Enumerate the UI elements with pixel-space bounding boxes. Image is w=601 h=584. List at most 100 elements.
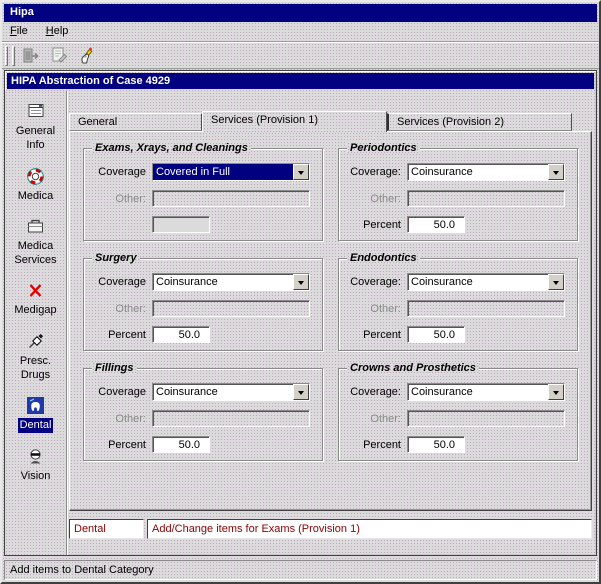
other-input: [152, 410, 310, 427]
tab-services-provision-2[interactable]: Services (Provision 2): [387, 113, 572, 131]
sidebar-item-label: Medica: [18, 189, 53, 203]
menu-help[interactable]: Help: [46, 25, 69, 38]
tab-services-provision-1[interactable]: Services (Provision 1): [202, 111, 387, 132]
app-statusbar: Add items to Dental Category: [4, 560, 597, 580]
group-crowns-prosthetics: Crowns and Prosthetics Coverage: Coinsur…: [338, 368, 578, 461]
percent-label: Percent: [347, 219, 401, 231]
coverage-value: Coinsurance: [153, 274, 293, 290]
tab-panel: Exams, Xrays, and Cleanings Coverage Cov…: [69, 131, 592, 511]
percent-input: [152, 216, 210, 233]
other-label: Other:: [347, 303, 401, 315]
sidebar-item-vision[interactable]: Vision: [7, 448, 65, 483]
coverage-label: Coverage: [92, 276, 146, 288]
sidebar-item-label: Vision: [21, 469, 51, 483]
combobox-dropdown-button[interactable]: [548, 274, 564, 290]
group-title: Fillings: [92, 362, 137, 374]
abstract-button[interactable]: [75, 45, 99, 67]
percent-input[interactable]: [407, 216, 465, 233]
coverage-groups: Exams, Xrays, and Cleanings Coverage Cov…: [83, 148, 578, 461]
group-exams-xrays-cleanings: Exams, Xrays, and Cleanings Coverage Cov…: [83, 148, 323, 241]
percent-label: Percent: [92, 439, 146, 451]
other-input: [407, 300, 565, 317]
case-titlebar[interactable]: HIPA Abstraction of Case 4929: [7, 73, 594, 89]
sidebar-item-label: Medica Services: [7, 239, 65, 268]
other-label: Other:: [92, 303, 146, 315]
life-preserver-icon: [27, 168, 44, 185]
combobox-dropdown-button[interactable]: [293, 164, 309, 180]
combobox-dropdown-button[interactable]: [548, 384, 564, 400]
other-label: Other:: [92, 413, 146, 425]
app-title: Hipa: [10, 6, 34, 18]
coverage-label: Coverage:: [347, 276, 401, 288]
main-area: General Services (Provision 1) Services …: [67, 91, 596, 555]
group-title: Crowns and Prosthetics: [347, 362, 479, 374]
menu-file[interactable]: File: [10, 25, 28, 38]
form-icon: [28, 103, 44, 120]
combobox-dropdown-button[interactable]: [548, 164, 564, 180]
sidebar-item-label: Dental: [18, 418, 54, 432]
combobox-dropdown-button[interactable]: [293, 274, 309, 290]
group-title: Surgery: [92, 252, 140, 264]
percent-input[interactable]: [152, 436, 210, 453]
coverage-value: Coinsurance: [408, 384, 548, 400]
percent-input[interactable]: [407, 326, 465, 343]
sidebar-item-medigap[interactable]: Medigap: [7, 282, 65, 317]
coverage-combobox[interactable]: Coinsurance: [407, 163, 565, 181]
coverage-label: Coverage:: [347, 386, 401, 398]
coverage-combobox[interactable]: Coinsurance: [407, 383, 565, 401]
group-periodontics: Periodontics Coverage: Coinsurance Other…: [338, 148, 578, 241]
other-label: Other:: [92, 193, 146, 205]
sidebar-item-general-info[interactable]: General Info: [7, 103, 65, 153]
chevron-down-icon: [553, 281, 559, 288]
other-input: [407, 190, 565, 207]
app-titlebar[interactable]: Hipa: [4, 4, 597, 22]
coverage-label: Coverage: [92, 166, 146, 178]
exit-icon: [22, 47, 40, 64]
sidebar-item-medica[interactable]: Medica: [7, 168, 65, 203]
status-text: Add items to Dental Category: [10, 564, 154, 576]
chevron-down-icon: [298, 391, 304, 398]
group-title: Periodontics: [347, 142, 420, 154]
percent-input[interactable]: [152, 326, 210, 343]
group-title: Exams, Xrays, and Cleanings: [92, 142, 251, 154]
tab-general[interactable]: General: [69, 113, 202, 131]
other-input: [152, 190, 310, 207]
category-cell: Dental: [69, 519, 144, 539]
sidebar-item-label: General Info: [7, 124, 65, 153]
coverage-value: Coinsurance: [153, 384, 293, 400]
exit-button[interactable]: [19, 45, 43, 67]
coverage-combobox[interactable]: Coinsurance: [152, 383, 310, 401]
percent-input[interactable]: [407, 436, 465, 453]
coverage-combobox[interactable]: Covered in Full: [152, 163, 310, 181]
percent-label: Percent: [92, 329, 146, 341]
case-title: HIPA Abstraction of Case 4929: [11, 75, 170, 87]
chevron-down-icon: [298, 171, 304, 178]
menubar: File Help: [2, 22, 599, 42]
red-x-icon: [27, 282, 44, 299]
toolbar-gripper[interactable]: [5, 46, 8, 66]
coverage-combobox[interactable]: Coinsurance: [407, 273, 565, 291]
action-message-cell: Add/Change items for Exams (Provision 1): [147, 519, 592, 539]
context-statusbar: Dental Add/Change items for Exams (Provi…: [69, 519, 592, 539]
combobox-dropdown-button[interactable]: [293, 384, 309, 400]
sidebar-item-presc-drugs[interactable]: Presc. Drugs: [7, 333, 65, 383]
edit-case-button[interactable]: [47, 45, 71, 67]
coverage-combobox[interactable]: Coinsurance: [152, 273, 310, 291]
other-label: Other:: [347, 193, 401, 205]
toolbar-gripper-2[interactable]: [12, 46, 15, 66]
coverage-label: Coverage: [92, 386, 146, 398]
group-fillings: Fillings Coverage Coinsurance Other:: [83, 368, 323, 461]
chevron-down-icon: [553, 171, 559, 178]
hand-pencil-icon: [78, 46, 96, 65]
category-sidebar: General Info Medica Medica Services: [5, 91, 67, 555]
coverage-value: Covered in Full: [153, 164, 293, 180]
app-window: Hipa File Help HIPA Abstraction of Case …: [0, 0, 601, 584]
toolbar: [2, 42, 599, 69]
coverage-label: Coverage:: [347, 166, 401, 178]
other-input: [407, 410, 565, 427]
chevron-down-icon: [298, 281, 304, 288]
sidebar-item-label: Presc. Drugs: [7, 354, 65, 383]
sidebar-item-medica-services[interactable]: Medica Services: [7, 218, 65, 268]
sidebar-item-dental[interactable]: Dental: [7, 397, 65, 432]
tooth-icon: [27, 397, 44, 414]
